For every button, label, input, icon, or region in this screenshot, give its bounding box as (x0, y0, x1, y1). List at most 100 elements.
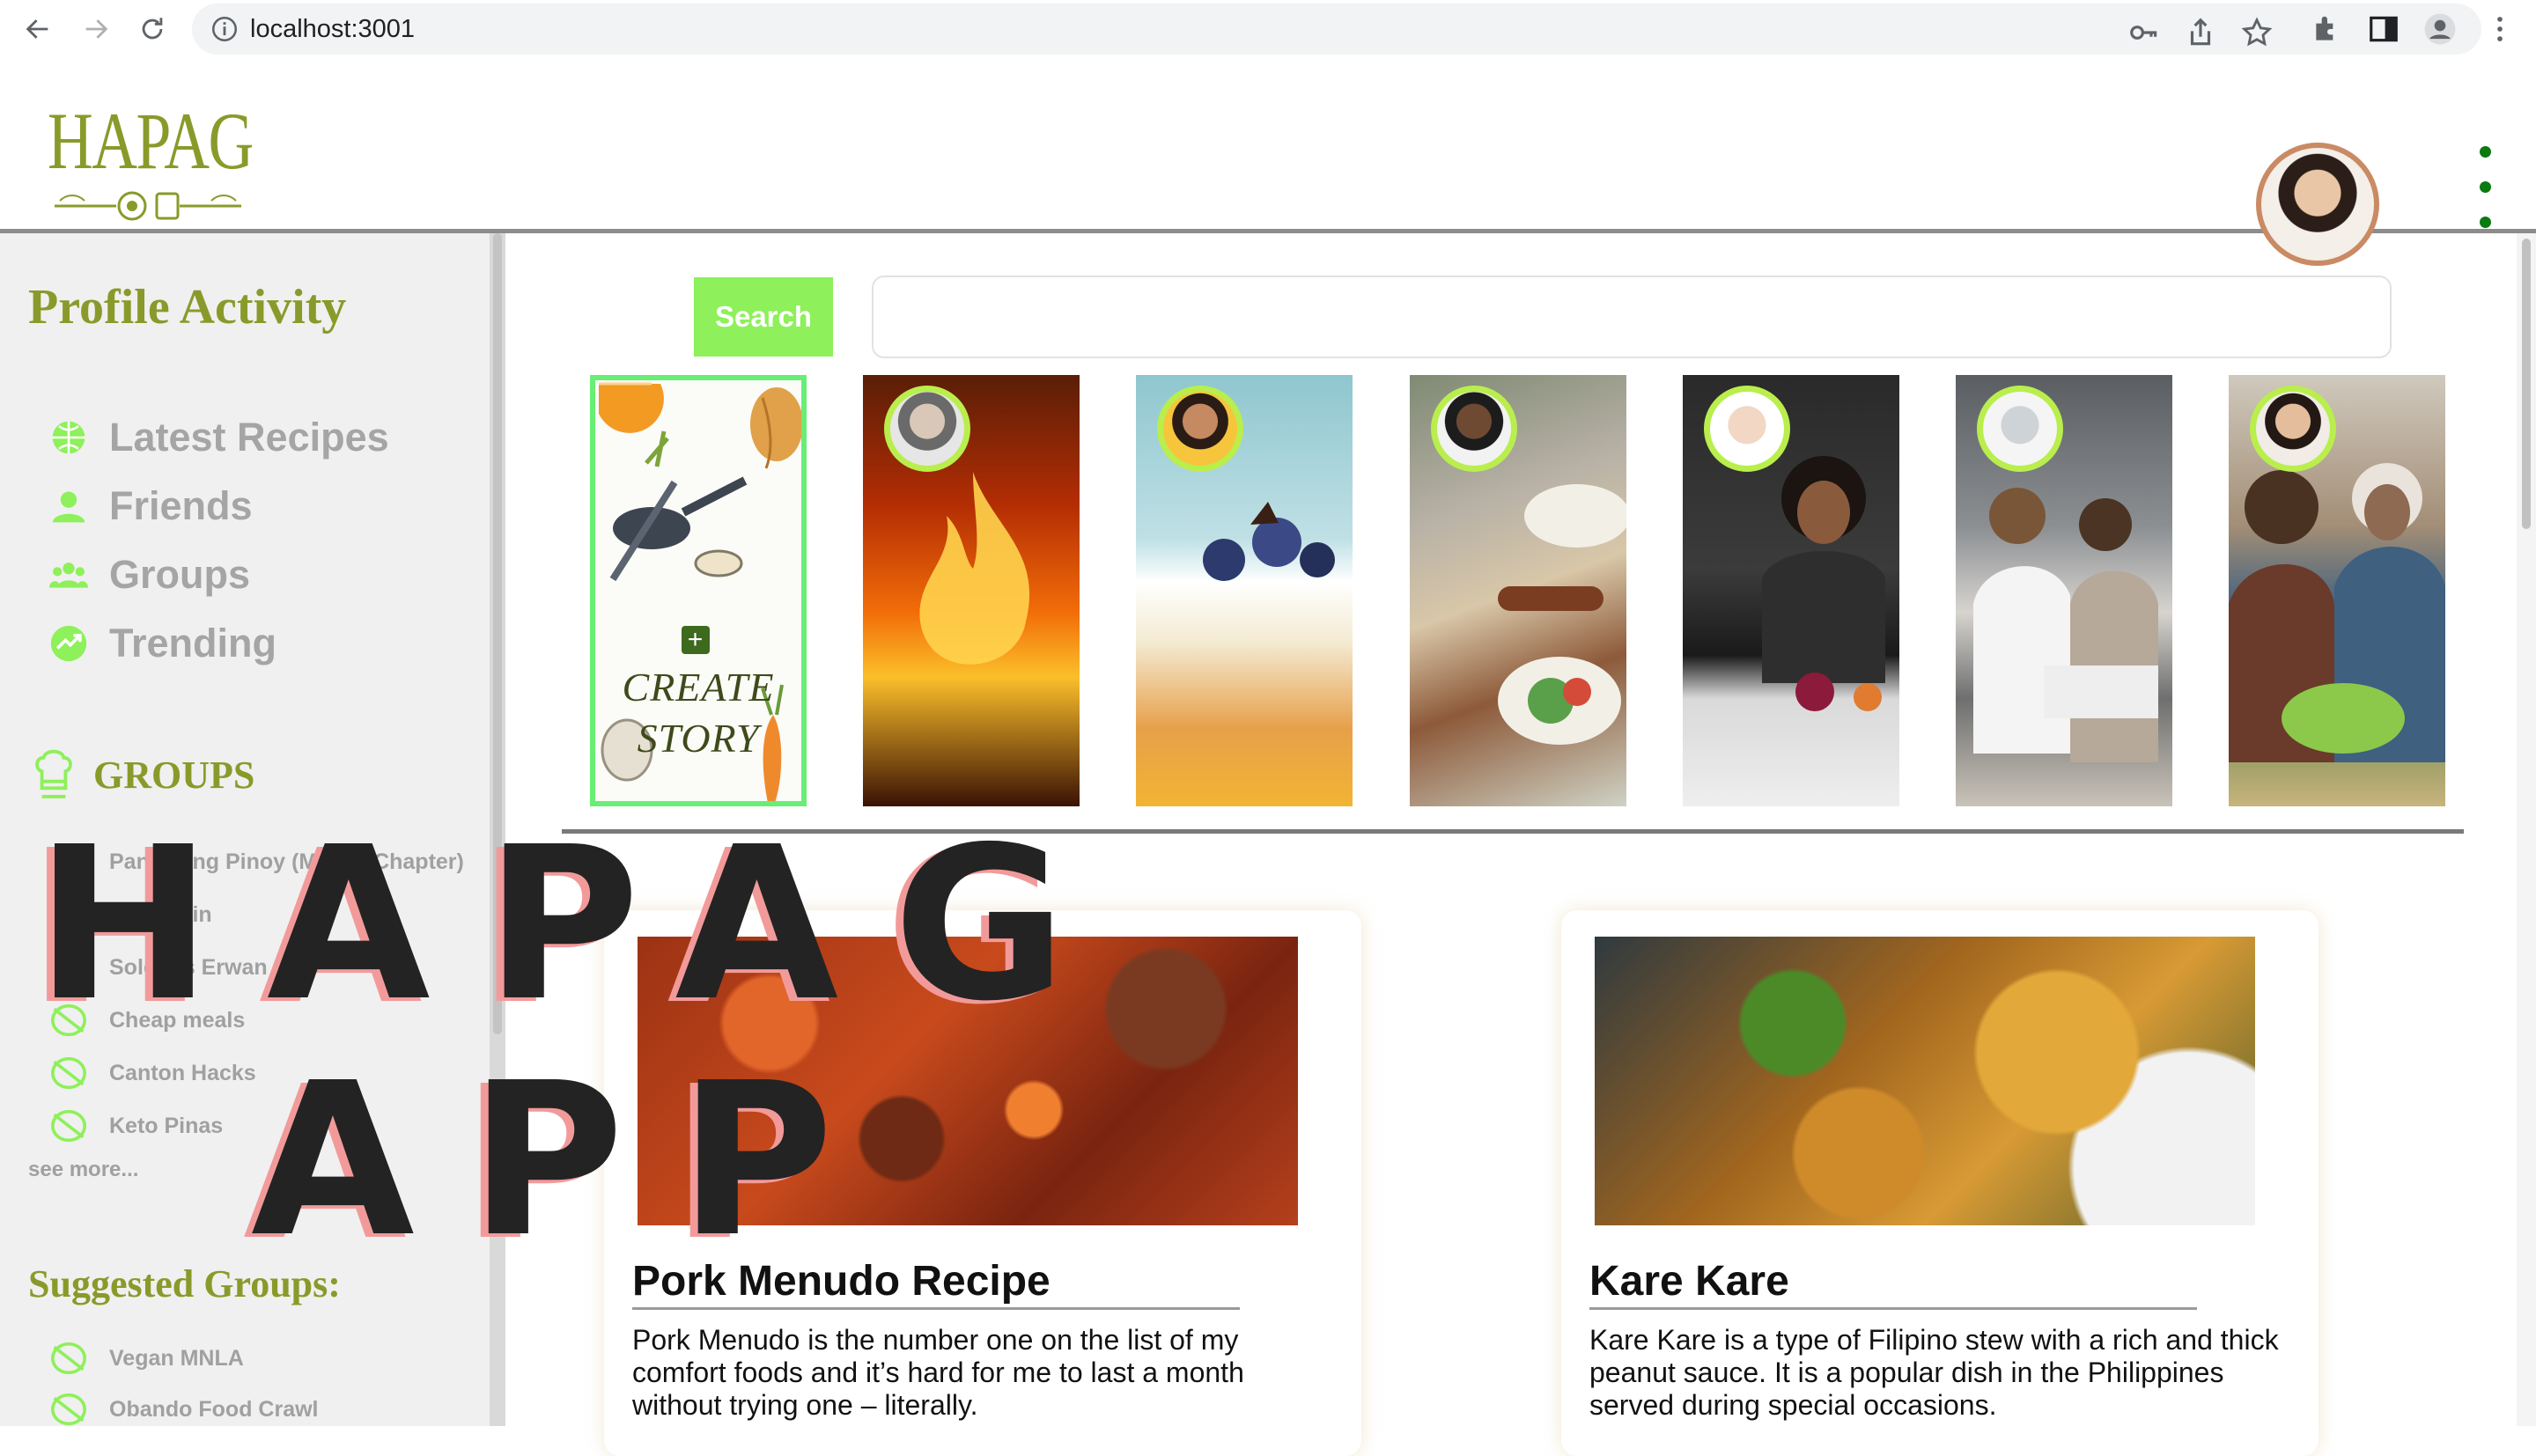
logo-wordmark: HAPAG (48, 96, 254, 186)
sidebar-item-label: Friends (109, 483, 253, 528)
reload-button[interactable] (132, 9, 173, 49)
back-arrow-icon (26, 19, 48, 39)
create-label-line-2: STORY (637, 716, 760, 761)
story-card[interactable] (2229, 375, 2445, 806)
group-label: Keto Pinas (109, 1113, 224, 1138)
story-avatar (884, 386, 970, 472)
create-label-line-1: CREATE (622, 665, 775, 710)
group-plate-icon (51, 898, 86, 931)
key-icon[interactable] (2127, 16, 2161, 49)
search-button[interactable]: Search (694, 277, 833, 357)
group-plate-icon (51, 951, 86, 984)
url-text[interactable]: localhost:3001 (250, 15, 415, 44)
groups-header: GROUPS (33, 747, 254, 802)
logo-ornament-icon (55, 191, 241, 221)
group-item[interactable]: Canton Hacks (49, 1054, 256, 1092)
group-label: Chef Kain (109, 901, 212, 927)
sidebar-item-label: Latest Recipes (109, 415, 389, 460)
main-scroll-thumb[interactable] (2522, 239, 2531, 529)
recipe-title[interactable]: Pork Menudo Recipe (632, 1257, 1240, 1310)
main-scrollbar[interactable] (2517, 233, 2536, 1426)
sidebar-item-trending[interactable]: Trending (49, 617, 276, 670)
extensions-puzzle-icon[interactable] (2311, 12, 2344, 46)
chef-hat-icon (35, 749, 72, 798)
search-input[interactable] (872, 276, 2392, 358)
grilled-food-icon (1498, 484, 1626, 745)
recipe-image[interactable] (638, 937, 1298, 1225)
forward-button[interactable] (76, 9, 116, 49)
story-avatar (1157, 386, 1243, 472)
blueberry-icon (1203, 502, 1335, 581)
forward-arrow-icon (85, 19, 108, 39)
story-avatar (1704, 386, 1790, 472)
group-label: Solero's Erwan (109, 954, 268, 980)
story-card[interactable] (1956, 375, 2172, 806)
story-card[interactable] (1683, 375, 1899, 806)
recipe-card[interactable]: Kare Kare Kare Kare is a type of Filipin… (1561, 910, 2319, 1456)
recipe-title[interactable]: Kare Kare (1589, 1257, 2197, 1310)
group-plate-icon (51, 1056, 86, 1090)
see-more-link[interactable]: see more... (28, 1158, 138, 1182)
group-item[interactable]: Solero's Erwan (49, 948, 268, 987)
group-item[interactable]: Panlasang Pinoy (Manila Chapter) (49, 842, 464, 881)
sidebar-scrollbar[interactable] (490, 233, 505, 1426)
family-cooking-icon (2229, 463, 2445, 762)
recipe-description: Kare Kare is a type of Filipino stew wit… (1589, 1324, 2279, 1421)
story-avatar (1431, 386, 1517, 472)
create-story-label: + CREATE STORY (606, 611, 791, 764)
group-item[interactable]: Cheap meals (49, 1001, 245, 1040)
suggested-groups-title: Suggested Groups: (28, 1262, 341, 1305)
hapag-logo[interactable]: HAPAG (48, 96, 254, 224)
recipe-description: Pork Menudo is the number one on the lis… (632, 1324, 1244, 1421)
stories-divider (562, 829, 2464, 834)
group-label: Panlasang Pinoy (Manila Chapter) (109, 849, 464, 874)
sidebar-item-label: Groups (109, 552, 251, 597)
recipe-card[interactable]: Pork Menudo Recipe Pork Menudo is the nu… (604, 910, 1361, 1456)
plus-icon: + (682, 626, 710, 655)
groups-title: GROUPS (93, 753, 255, 797)
group-label: Vegan MNLA (109, 1345, 244, 1371)
chef-person-icon (1762, 456, 1885, 711)
side-panel-icon[interactable] (2367, 12, 2400, 46)
info-icon[interactable] (210, 14, 240, 44)
app-header: HAPAG (0, 58, 2536, 266)
trending-icon (50, 625, 87, 662)
group-plate-icon (51, 845, 86, 879)
story-avatar (1977, 386, 2063, 472)
group-label: Cheap meals (109, 1007, 246, 1033)
sidebar-item-groups[interactable]: Groups (49, 548, 250, 601)
story-card[interactable] (1136, 375, 1353, 806)
group-plate-icon (51, 1393, 86, 1426)
suggested-group-item[interactable]: Vegan MNLA (49, 1339, 244, 1378)
group-item[interactable]: Keto Pinas (49, 1107, 223, 1145)
address-bar[interactable]: localhost:3001 (192, 4, 2481, 55)
browser-menu-icon[interactable] (2483, 12, 2517, 46)
app-menu-button[interactable] (2476, 146, 2494, 234)
recipe-image[interactable] (1595, 937, 2255, 1225)
sidebar-scroll-thumb[interactable] (493, 233, 502, 1034)
menu-dot-icon (2480, 146, 2491, 158)
group-plate-icon (51, 1109, 86, 1143)
sidebar: Profile Activity Latest Recipes Friends … (0, 233, 490, 1426)
group-plate-icon (51, 1342, 86, 1375)
person-icon (52, 491, 85, 523)
bookmark-star-icon[interactable] (2240, 16, 2274, 49)
reload-icon (142, 18, 163, 40)
sidebar-item-label: Trending (109, 621, 276, 665)
create-story-card[interactable]: + CREATE STORY (590, 375, 807, 806)
back-button[interactable] (18, 9, 58, 49)
story-card[interactable] (1410, 375, 1626, 806)
flame-icon (919, 472, 1030, 665)
sidebar-item-friends[interactable]: Friends (49, 480, 253, 533)
sidebar-item-latest-recipes[interactable]: Latest Recipes (49, 411, 389, 464)
user-avatar[interactable] (2256, 143, 2379, 266)
story-card[interactable] (863, 375, 1080, 806)
menu-dot-icon (2480, 181, 2491, 193)
suggested-group-item[interactable]: Obando Food Crawl (49, 1390, 319, 1429)
profile-icon[interactable] (2423, 12, 2457, 46)
browser-toolbar: localhost:3001 (0, 0, 2536, 59)
share-icon[interactable] (2184, 16, 2217, 49)
group-item[interactable]: Chef Kain (49, 895, 212, 934)
people-icon (49, 563, 88, 588)
story-avatar (2250, 386, 2336, 472)
